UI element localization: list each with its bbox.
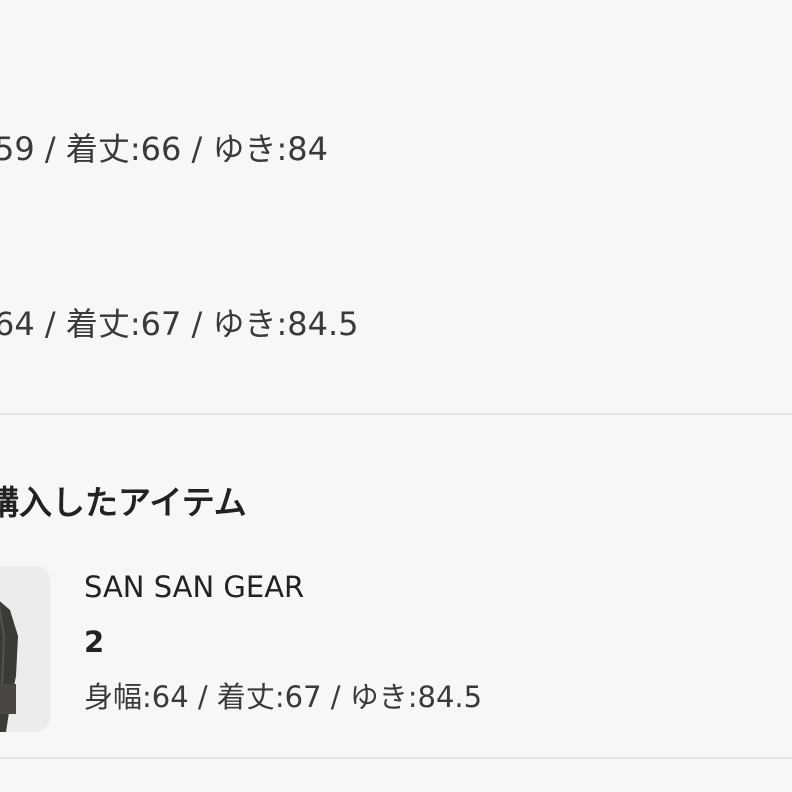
- review-measurement-text: 64 / 着丈:67 / ゆき:84.5: [0, 305, 359, 343]
- section-divider: [0, 757, 792, 759]
- purchased-items-heading: 購入したアイテム: [0, 483, 247, 522]
- item-brand[interactable]: SAN SAN GEAR: [84, 568, 304, 606]
- item-measurements: 身幅:64 / 着丈:67 / ゆき:84.5: [84, 680, 483, 714]
- product-photo-icon[interactable]: [0, 566, 50, 732]
- section-divider: [0, 413, 792, 415]
- product-photo-graphic: [0, 566, 50, 732]
- item-size: 2: [84, 625, 105, 659]
- review-measurement-text: 59 / 着丈:66 / ゆき:84: [0, 130, 328, 168]
